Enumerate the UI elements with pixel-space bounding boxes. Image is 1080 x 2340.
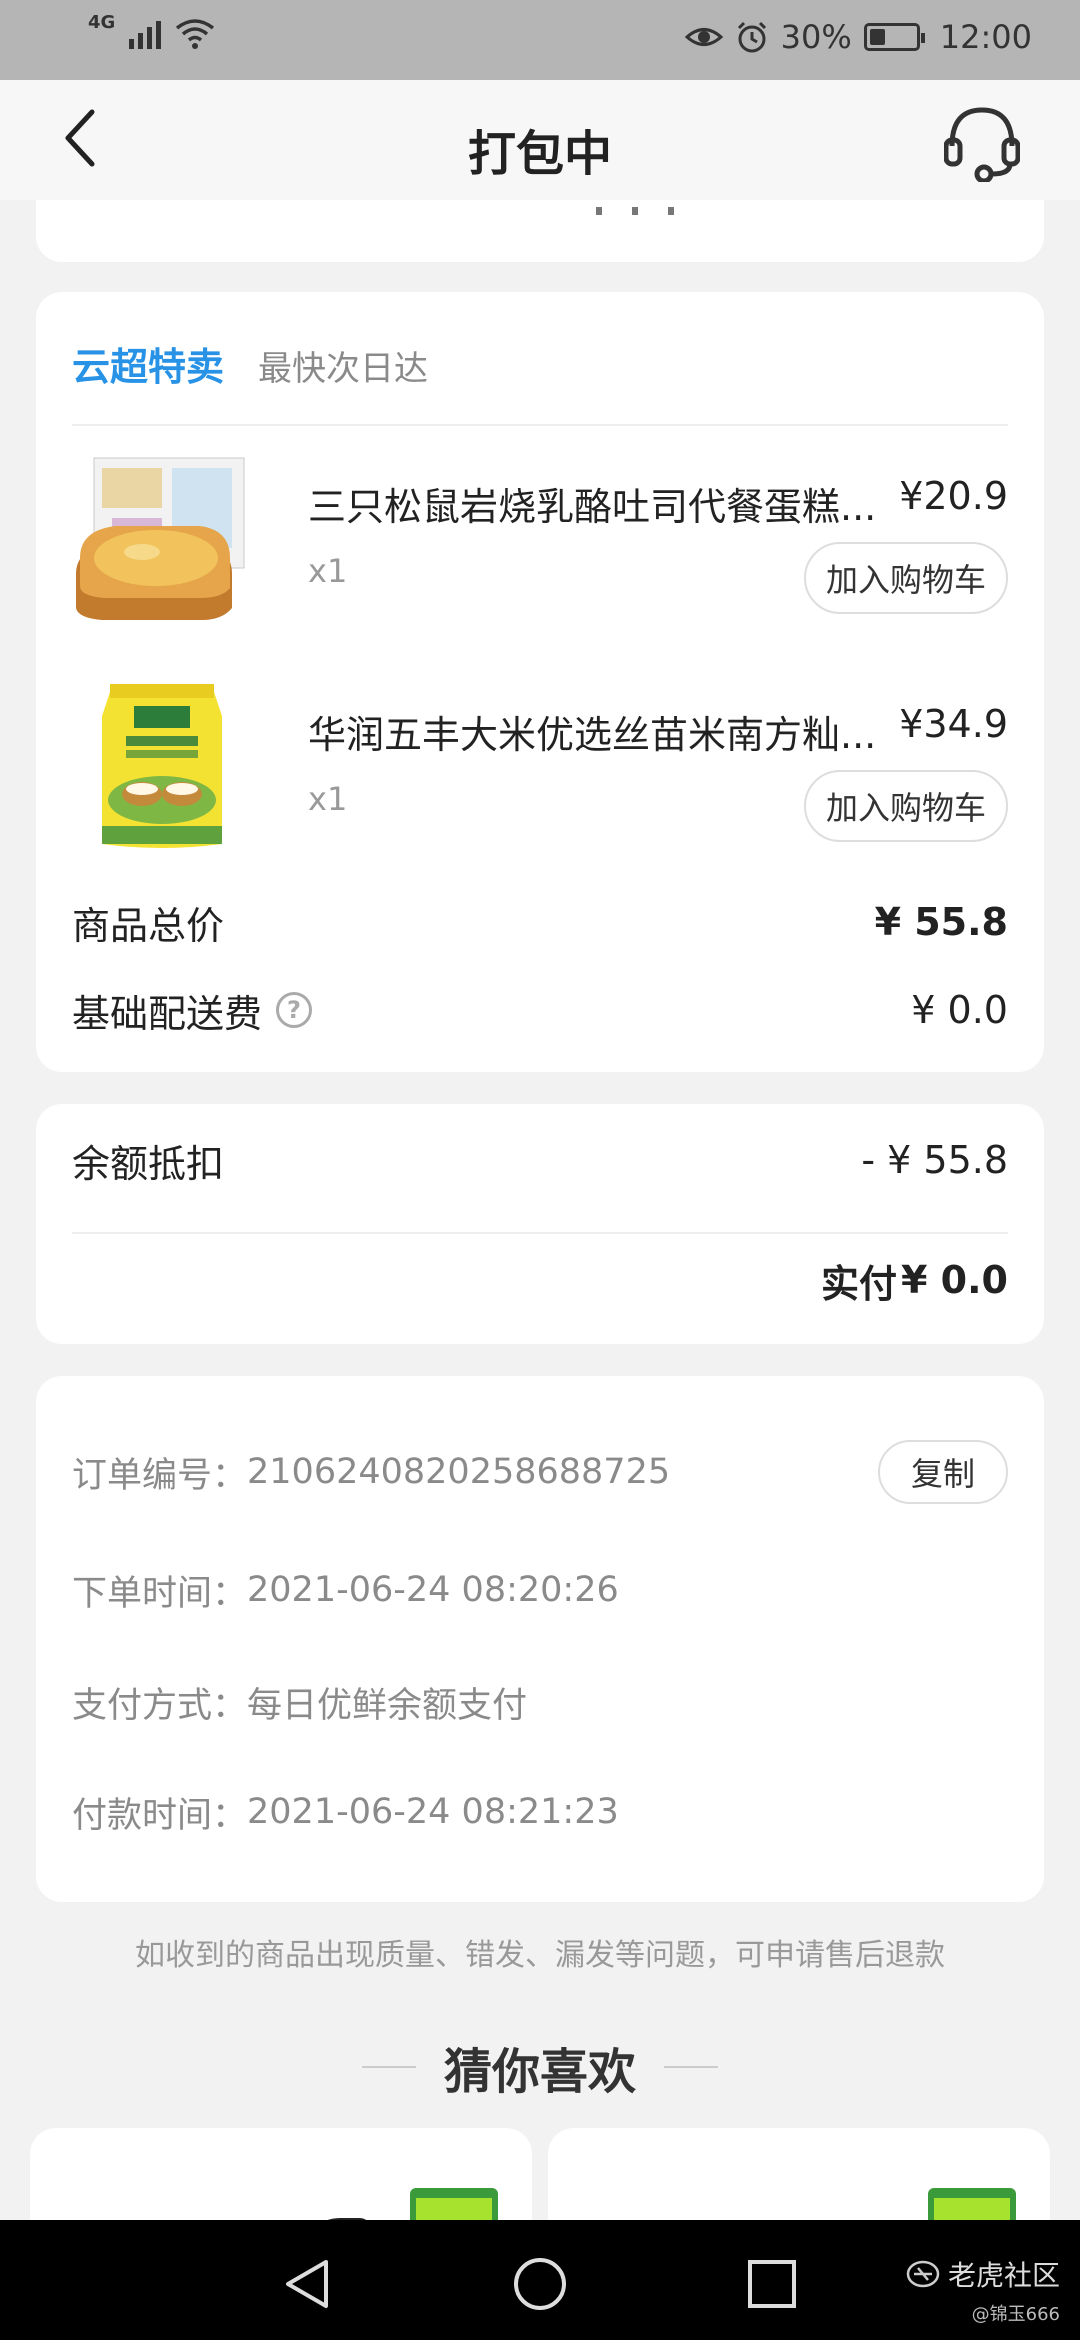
headset-icon: [943, 107, 1021, 184]
page-title: 打包中: [467, 126, 612, 182]
watermark-brand: 老虎社区: [947, 2259, 1060, 2292]
payment-time-label: 付款时间：: [72, 1795, 248, 1836]
product-name: 华润五丰大米优选丝苗米南方籼...: [308, 713, 877, 757]
nav-recents-icon[interactable]: [744, 2256, 800, 2312]
product-image-rice: [102, 684, 222, 848]
product-price: ¥34.9: [899, 702, 1008, 746]
eye-icon: [684, 28, 723, 46]
payment-time-value: 2021-06-24 08:21:23: [247, 1792, 619, 1832]
order-number-label: 订单编号：: [72, 1455, 248, 1496]
total-price-value: ¥ 55.8: [874, 900, 1008, 944]
product-item[interactable]: 三只松鼠岩烧乳酪吐司代餐蛋糕... ¥20.9 x1 加入购物车: [72, 448, 1008, 648]
clock: 12:00: [939, 18, 1032, 56]
watermark: 老虎社区 @锦玉666: [906, 2254, 1060, 2326]
nav-back-icon[interactable]: [280, 2256, 336, 2312]
product-item[interactable]: 华润五丰大米优选丝苗米南方籼... ¥34.9 x1 加入购物车: [72, 676, 1008, 876]
store-header: 云超特卖 最快次日达: [72, 336, 428, 391]
payment-method-row: 支付方式： 每日优鲜余额支付: [72, 1672, 1008, 1732]
signal-icon: [129, 19, 162, 49]
delivery-fee-value: ¥ 0.0: [911, 988, 1008, 1032]
product-image-toast: [76, 457, 245, 620]
order-items-card: 云超特卖 最快次日达 三只松鼠岩烧乳酪吐司代餐蛋糕... ¥20.9 x1 加入…: [36, 292, 1044, 1072]
alarm-icon: [737, 21, 766, 53]
payment-method-value: 每日优鲜余额支付: [247, 1685, 528, 1726]
question-icon[interactable]: ?: [276, 992, 313, 1028]
add-to-cart-button[interactable]: 加入购物车: [804, 542, 1008, 614]
app-header: 打包中: [0, 80, 1080, 200]
order-time-label: 下单时间：: [72, 1573, 248, 1614]
order-time-row: 下单时间： 2021-06-24 08:20:26: [72, 1560, 1008, 1620]
actual-paid-label: 实付: [820, 1261, 897, 1306]
balance-deduction-row: 余额抵扣 - ¥ 55.8: [72, 1130, 1008, 1190]
recommend-header: 猜你喜欢: [0, 2032, 1080, 2102]
actual-paid-row: 实付 ¥ 0.0: [72, 1250, 1008, 1310]
delivery-fee-label: 基础配送费: [72, 991, 263, 1036]
total-price-row: 商品总价 ¥ 55.8: [72, 892, 1008, 952]
watermark-user: @锦玉666: [971, 2304, 1060, 2325]
payment-time-row: 付款时间： 2021-06-24 08:21:23: [72, 1782, 1008, 1842]
divider: [72, 424, 1008, 426]
copy-button[interactable]: 复制: [878, 1440, 1008, 1504]
divider: [72, 1232, 1008, 1234]
product-quantity: x1: [308, 552, 348, 590]
battery-percent: 30%: [780, 18, 852, 56]
product-name: 三只松鼠岩烧乳酪吐司代餐蛋糕...: [308, 485, 877, 529]
order-number-value: 2106240820258688725: [247, 1452, 671, 1492]
product-quantity: x1: [308, 780, 348, 818]
delivery-tag: 最快次日达: [258, 349, 429, 389]
status-bar: 4G 30% 12:00: [0, 0, 1080, 80]
order-time-value: 2021-06-24 08:20:26: [247, 1570, 619, 1610]
payment-card: 余额抵扣 - ¥ 55.8 实付 ¥ 0.0: [36, 1104, 1044, 1344]
wifi-icon: [176, 19, 215, 49]
after-sales-notice: 如收到的商品出现质量、错发、漏发等问题，可申请售后退款: [135, 1938, 945, 1973]
tiger-logo-icon: [906, 2260, 940, 2288]
actual-paid-value: ¥ 0.0: [901, 1258, 1008, 1302]
order-number-row: 订单编号： 2106240820258688725: [72, 1442, 1008, 1502]
total-price-label: 商品总价: [72, 903, 225, 948]
product-price: ¥20.9: [899, 474, 1008, 518]
store-name: 云超特卖: [72, 345, 225, 389]
battery-icon: [863, 23, 925, 51]
previous-card: [36, 200, 1044, 262]
order-info-card: 订单编号： 2106240820258688725 复制 下单时间： 2021-…: [36, 1376, 1044, 1902]
recommend-title: 猜你喜欢: [443, 2044, 636, 2100]
network-type: 4G: [88, 11, 116, 33]
balance-deduction-label: 余额抵扣: [72, 1141, 225, 1186]
balance-deduction-value: - ¥ 55.8: [861, 1138, 1008, 1182]
nav-home-icon[interactable]: [512, 2256, 568, 2312]
delivery-fee-row: 基础配送费 ? ¥ 0.0: [72, 980, 1008, 1040]
add-to-cart-button[interactable]: 加入购物车: [804, 770, 1008, 842]
customer-service-button[interactable]: [943, 102, 1021, 184]
payment-method-label: 支付方式：: [72, 1685, 248, 1726]
